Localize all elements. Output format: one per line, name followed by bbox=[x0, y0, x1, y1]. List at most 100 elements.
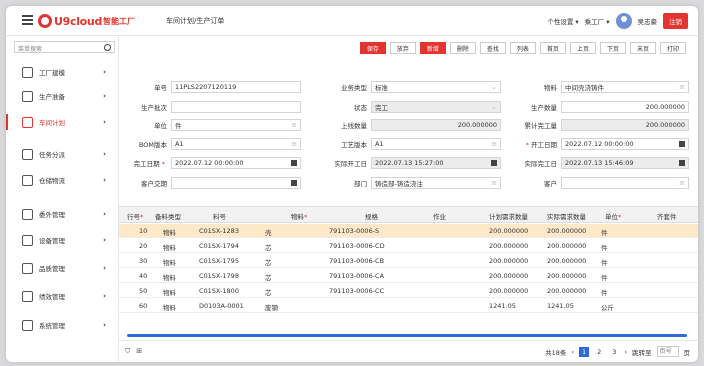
chevron-right-icon: › bbox=[103, 118, 106, 126]
goto-page-input[interactable] bbox=[656, 346, 679, 357]
cell-spec: 791103-0006-S bbox=[329, 227, 380, 235]
sidebar-item-task-dispatch[interactable]: 任务分派 › bbox=[6, 143, 118, 165]
export-icon[interactable]: ⊞ bbox=[136, 347, 142, 356]
actual-start-input: 2022.07.13 15:27:00 bbox=[371, 157, 501, 169]
col-material[interactable]: 物料* bbox=[291, 211, 307, 221]
top-right-controls: 个性设置 ▾ 乘工厂 ▾ 吴志豪 注销 bbox=[547, 12, 688, 30]
col-line[interactable]: 行号* bbox=[127, 211, 143, 221]
finish-date-field: 完工日期 * 2022.07.12 00:00:00 bbox=[119, 157, 301, 169]
chevron-right-icon: › bbox=[103, 210, 106, 218]
sidebar-item-performance[interactable]: 绩效管理 › bbox=[6, 285, 118, 307]
prev-page-button[interactable]: 上页 bbox=[569, 42, 596, 54]
sidebar-item-workshop-plan[interactable]: 车间计划 › bbox=[6, 111, 118, 133]
first-page-button[interactable]: 首页 bbox=[539, 42, 566, 54]
sidebar-item-production-prep[interactable]: 生产准备 › bbox=[6, 85, 118, 107]
sidebar-item-system[interactable]: 系统管理 › bbox=[6, 314, 118, 336]
sidebar-item-warehouse[interactable]: 仓储物流 › bbox=[6, 169, 118, 191]
cell-plan: 1241.05 bbox=[489, 302, 516, 310]
actual-start-field: 实际开工日 2022.07.13 15:27:00 bbox=[319, 157, 501, 169]
biz-type-select[interactable]: 标准 ⌄ bbox=[371, 81, 501, 93]
warehouse-icon bbox=[22, 174, 33, 186]
batch-input[interactable] bbox=[171, 101, 301, 113]
delete-button[interactable]: 删除 bbox=[449, 42, 476, 54]
order-form: 保存 放弃 新增 删除 查找 列表 首页 上页 下页 末页 打印 单号 11PL… bbox=[119, 36, 698, 206]
bom-input[interactable]: A1 ≡ bbox=[171, 138, 301, 150]
last-page-button[interactable]: 末页 bbox=[629, 42, 656, 54]
cell-line: 30 bbox=[139, 257, 148, 265]
next-page-button[interactable]: 下页 bbox=[599, 42, 626, 54]
cell-actual: 200.000000 bbox=[547, 287, 587, 295]
customer-date-input[interactable] bbox=[171, 177, 301, 189]
cell-code: C01SX-1794 bbox=[199, 242, 239, 250]
menu-search-input[interactable]: 菜单搜索 bbox=[14, 41, 115, 53]
list-button[interactable]: 列表 bbox=[509, 42, 536, 54]
logo-text: U9cloud bbox=[54, 14, 103, 28]
breadcrumb: 车间计划/生产订单 bbox=[166, 17, 225, 25]
menu-toggle-icon[interactable] bbox=[22, 15, 33, 25]
system-icon bbox=[22, 319, 33, 331]
sidebar-item-factory-modeling[interactable]: 工厂建模 › bbox=[6, 61, 118, 83]
table-row[interactable]: 40 物料 C01SX-1798 芯 791103-0006-CA 200.000000 2… bbox=[119, 269, 698, 283]
order-no-input[interactable]: 11PLS2207120119 bbox=[171, 81, 301, 93]
start-date-field: * 开工日期 2022.07.12 00:00:00 bbox=[509, 138, 689, 150]
factory-selector[interactable]: 乘工厂 ▾ bbox=[585, 16, 610, 26]
save-button[interactable]: 保存 bbox=[359, 42, 386, 54]
cell-line: 20 bbox=[139, 242, 148, 250]
page-3[interactable]: 3 bbox=[609, 347, 619, 357]
filter-icon[interactable]: ⛉ bbox=[125, 347, 130, 356]
col-spec[interactable]: 规格 bbox=[365, 211, 378, 221]
sidebar-item-equipment[interactable]: 设备管理 › bbox=[6, 229, 118, 251]
table-row[interactable]: 20 物料 C01SX-1794 芯 791103-0006-CD 200.000000 2… bbox=[119, 239, 698, 253]
personal-settings-menu[interactable]: 个性设置 ▾ bbox=[547, 16, 578, 26]
customer-input[interactable]: ≡ bbox=[561, 177, 689, 189]
new-button[interactable]: 新增 bbox=[419, 42, 446, 54]
print-button[interactable]: 打印 bbox=[659, 42, 686, 54]
logo: U9cloud 智能工厂 bbox=[38, 12, 135, 30]
table-horizontal-scrollbar[interactable] bbox=[127, 334, 687, 337]
col-actual-qty[interactable]: 实际需求数量 bbox=[547, 211, 586, 221]
chevron-down-icon: ⌄ bbox=[491, 83, 497, 91]
table-row[interactable]: 60 物料 D0103A-0001 废钢 1241.05 1241.05 公斤 bbox=[119, 299, 698, 313]
cell-name: 壳 bbox=[265, 229, 272, 237]
prev-page-icon[interactable]: ‹ bbox=[571, 348, 574, 356]
finish-date-input[interactable]: 2022.07.12 00:00:00 bbox=[171, 157, 301, 169]
cell-unit: 件 bbox=[601, 289, 608, 297]
top-bar: U9cloud 智能工厂 车间计划/生产订单 个性设置 ▾ 乘工厂 ▾ 吴志豪 … bbox=[6, 6, 698, 36]
table-row[interactable]: 10 物料 C01SX-1283 壳 791103-0006-S 200.000000 20… bbox=[119, 224, 698, 238]
table-row[interactable]: 50 物料 C01SX-1800 芯 791103-0006-CC 200.000000 2… bbox=[119, 284, 698, 298]
cell-code: D0103A-0001 bbox=[199, 302, 244, 310]
dept-input[interactable]: 铸造部-铸造浇注 ≡ bbox=[371, 177, 501, 189]
cell-unit: 公斤 bbox=[601, 304, 614, 312]
next-page-icon[interactable]: › bbox=[624, 348, 627, 356]
find-button[interactable]: 查找 bbox=[479, 42, 506, 54]
route-input[interactable]: A1 ≡ bbox=[371, 138, 501, 150]
qty-input[interactable]: 200.000000 bbox=[561, 101, 689, 113]
col-plan-qty[interactable]: 计划需求数量 bbox=[489, 211, 528, 221]
col-type[interactable]: 备料类型 bbox=[155, 211, 181, 221]
start-date-input[interactable]: 2022.07.12 00:00:00 bbox=[561, 138, 689, 150]
page-2[interactable]: 2 bbox=[594, 347, 604, 357]
material-input[interactable]: 中间壳浇铸件 ≡ bbox=[561, 81, 689, 93]
col-kit[interactable]: 齐套件 bbox=[657, 211, 677, 221]
discard-button[interactable]: 放弃 bbox=[389, 42, 416, 54]
cell-plan: 200.000000 bbox=[489, 272, 529, 280]
table-footer: ⛉ ⊞ 共18条 ‹ 1 2 3 › 跳转至 页 bbox=[119, 340, 698, 362]
sidebar-item-quality[interactable]: 品质管理 › bbox=[6, 257, 118, 279]
material-field: 物料 中间壳浇铸件 ≡ bbox=[509, 81, 689, 93]
col-unit[interactable]: 单位* bbox=[605, 211, 621, 221]
order-no-field: 单号 11PLS2207120119 bbox=[119, 81, 301, 93]
col-job[interactable]: 作业 bbox=[433, 211, 446, 221]
status-select[interactable]: 完工 ⌄ bbox=[371, 101, 501, 113]
logout-button[interactable]: 注销 bbox=[663, 13, 688, 29]
table-row[interactable]: 30 物料 C01SX-1795 芯 791103-0006-CB 200.000000 2… bbox=[119, 254, 698, 268]
sidebar-item-outsourcing[interactable]: 委外管理 › bbox=[6, 203, 118, 225]
search-icon[interactable] bbox=[104, 44, 111, 51]
col-code[interactable]: 料号 bbox=[213, 211, 226, 221]
customer-date-field: 客户交期 bbox=[119, 177, 301, 189]
unit-input[interactable]: 件 ≡ bbox=[171, 119, 301, 131]
list-icon: ≡ bbox=[291, 140, 297, 148]
online-qty-field: 上线数量 200.000000 bbox=[319, 119, 501, 131]
avatar[interactable] bbox=[615, 13, 632, 29]
page-1[interactable]: 1 bbox=[578, 346, 590, 357]
bar-chart-icon bbox=[22, 290, 33, 302]
